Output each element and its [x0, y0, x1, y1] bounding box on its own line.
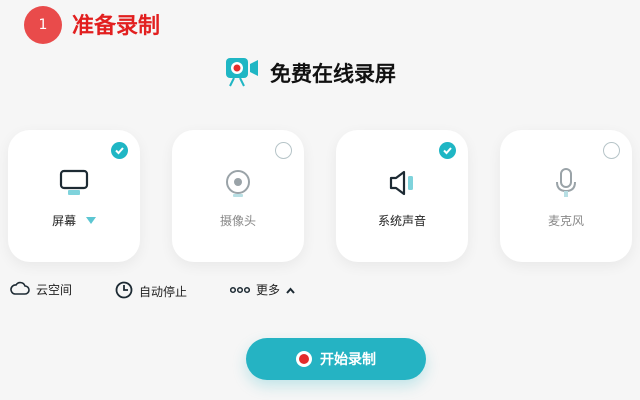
cloud-icon — [10, 281, 30, 298]
app-title: 免费在线录屏 — [270, 62, 396, 86]
speaker-icon — [382, 166, 422, 200]
unchecked-circle-icon[interactable] — [603, 142, 620, 159]
microphone-icon — [546, 166, 586, 200]
start-recording-label: 开始录制 — [320, 352, 376, 368]
option-label-screen: 屏幕 — [52, 214, 77, 228]
option-label-system-audio: 系统声音 — [377, 214, 426, 228]
option-card-system-audio[interactable]: 系统声音 — [336, 130, 468, 262]
monitor-icon — [54, 166, 94, 200]
option-label-microphone: 麦克风 — [547, 214, 584, 228]
option-card-microphone[interactable]: 麦克风 — [500, 130, 632, 262]
option-label-webcam: 摄像头 — [219, 214, 256, 228]
option-card-screen[interactable]: 屏幕 — [8, 130, 140, 262]
more-label: 更多 — [256, 283, 281, 297]
start-recording-button[interactable]: 开始录制 — [246, 338, 426, 380]
option-card-webcam[interactable]: 摄像头 — [172, 130, 304, 262]
video-camera-logo-icon — [224, 54, 262, 92]
more-button[interactable]: 更多 — [229, 281, 295, 298]
webcam-icon — [218, 166, 258, 200]
auto-stop-label: 自动停止 — [139, 285, 188, 299]
unchecked-circle-icon[interactable] — [275, 142, 292, 159]
more-dots-icon — [229, 283, 251, 297]
cloud-space-button[interactable]: 云空间 — [10, 281, 72, 298]
check-icon[interactable] — [111, 142, 128, 159]
cloud-space-label: 云空间 — [36, 283, 73, 297]
check-icon[interactable] — [439, 142, 456, 159]
clock-icon — [115, 281, 133, 302]
auto-stop-button[interactable]: 自动停止 — [115, 281, 187, 302]
step-title: 准备录制 — [72, 14, 161, 39]
dropdown-triangle-icon[interactable] — [85, 214, 96, 228]
step-number-badge: 1 — [24, 6, 62, 44]
record-icon — [296, 351, 312, 367]
chevron-up-icon — [286, 283, 295, 297]
app-header: 免费在线录屏 — [224, 54, 396, 92]
